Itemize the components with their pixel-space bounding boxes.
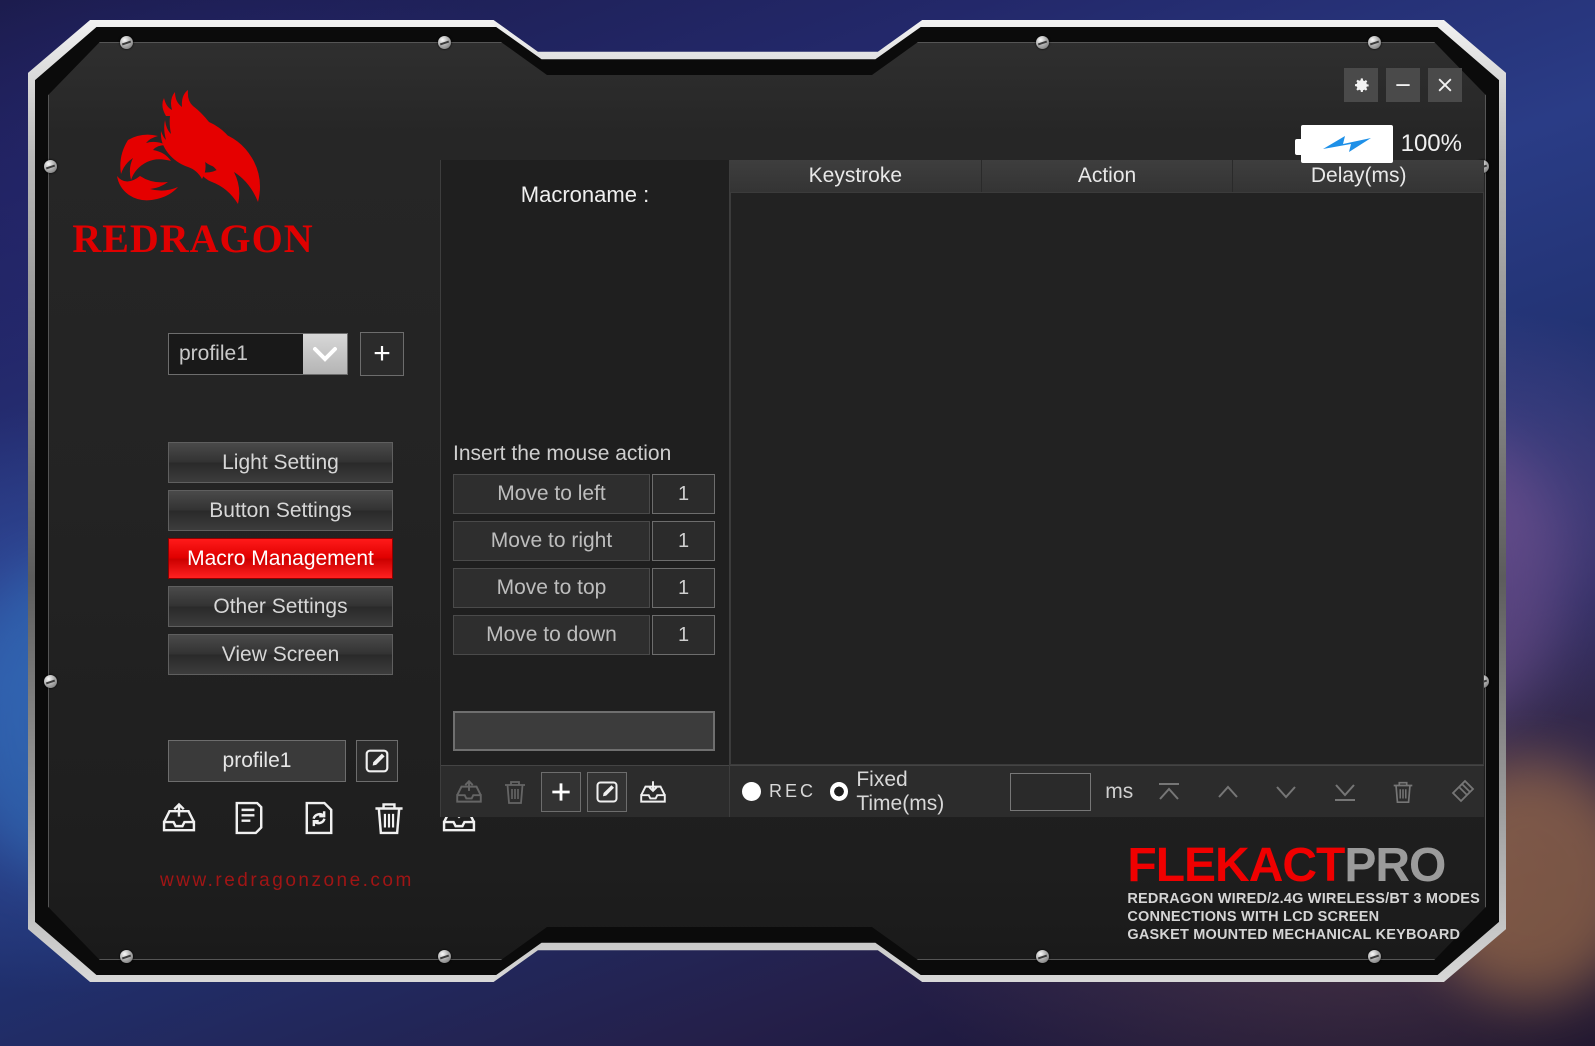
add-macro-icon[interactable] <box>541 771 581 812</box>
fixed-time-label: Fixed Time(ms) <box>856 767 945 815</box>
minimize-button[interactable] <box>1386 68 1420 102</box>
product-title-red: FLEKACT <box>1127 838 1345 892</box>
delete-macro-icon <box>495 772 535 812</box>
profile-select[interactable]: profile1 <box>168 333 348 375</box>
application-window: 100% REDRAGON profile1 + Light Setting B… <box>28 20 1506 982</box>
rename-profile-button[interactable] <box>356 740 398 782</box>
add-profile-button[interactable]: + <box>360 332 404 376</box>
sidebar-nav: Light Setting Button Settings Macro Mana… <box>168 442 393 682</box>
profile-name-row: profile1 <box>168 740 398 782</box>
rec-label: REC <box>769 781 817 801</box>
mouse-action-list: Move to left 1 Move to right 1 Move to t… <box>453 474 715 662</box>
window-controls <box>1344 68 1462 102</box>
macro-editor-panel: Macroname : Insert the mouse action Move… <box>440 160 730 817</box>
macroname-label: Macroname : <box>520 182 650 207</box>
profile-name-field[interactable]: profile1 <box>168 740 346 782</box>
sidebar-item-button-settings[interactable]: Button Settings <box>168 490 393 531</box>
trash-icon[interactable] <box>370 799 408 842</box>
clear-all-icon[interactable] <box>1440 772 1484 812</box>
sidebar-item-light-setting[interactable]: Light Setting <box>168 442 393 483</box>
delete-row-icon[interactable] <box>1381 772 1425 812</box>
export-macro-icon <box>449 772 489 812</box>
list-item: Move to top 1 <box>453 568 715 608</box>
column-header-keystroke: Keystroke <box>730 160 982 192</box>
profile-select-chevron[interactable] <box>303 334 347 374</box>
product-line-3: GASKET MOUNTED MECHANICAL KEYBOARD <box>1127 926 1461 943</box>
move-down-icon[interactable] <box>1264 772 1308 812</box>
rec-radio-option[interactable]: REC <box>742 781 816 802</box>
product-line-1: REDRAGON WIRED/2.4G WIRELESS/BT 3 MODES <box>1127 890 1480 907</box>
edit-macro-icon[interactable] <box>587 771 627 812</box>
frame-screw <box>438 950 451 963</box>
file-refresh-icon[interactable] <box>300 799 338 842</box>
chevron-down-icon <box>313 347 337 362</box>
insert-mouse-action-label: Insert the mouse action <box>453 442 672 465</box>
column-header-delay: Delay(ms) <box>1310 164 1407 187</box>
sidebar-item-other-settings[interactable]: Other Settings <box>168 586 393 627</box>
move-to-right-button[interactable]: Move to right <box>453 521 650 561</box>
website-url: www.redragonzone.com <box>160 870 414 891</box>
move-to-bottom-icon[interactable] <box>1323 772 1367 812</box>
battery-status: 100% <box>1294 125 1462 163</box>
fixed-time-radio-option[interactable]: Fixed Time(ms) <box>830 768 996 816</box>
export-tray-icon[interactable] <box>160 799 198 842</box>
product-branding: FLEKACTPRO REDRAGON WIRED/2.4G WIRELESS/… <box>1127 838 1480 944</box>
move-to-down-value[interactable]: 1 <box>652 615 715 655</box>
settings-button[interactable] <box>1344 68 1378 102</box>
fixed-time-input[interactable] <box>1009 772 1092 811</box>
battery-icon <box>1294 125 1393 163</box>
minimize-icon <box>1396 84 1410 86</box>
product-line-2: CONNECTIONS WITH LCD SCREEN <box>1127 908 1380 925</box>
record-toolbar: REC Fixed Time(ms) ms <box>730 765 1484 817</box>
move-to-left-button[interactable]: Move to left <box>453 474 650 514</box>
brand-logo: REDRAGON <box>68 88 318 268</box>
move-to-top-value[interactable]: 1 <box>652 568 715 608</box>
move-up-icon[interactable] <box>1206 772 1250 812</box>
macro-toolbar <box>441 765 729 817</box>
frame-screw <box>1368 36 1381 49</box>
close-button[interactable] <box>1428 68 1462 102</box>
ms-unit-label: ms <box>1105 779 1134 803</box>
move-to-right-value[interactable]: 1 <box>652 521 715 561</box>
profile-select-value: profile1 <box>169 334 303 374</box>
macro-name-input[interactable] <box>453 711 715 751</box>
frame-screw <box>1036 950 1049 963</box>
close-icon <box>1438 78 1452 92</box>
move-to-top-icon[interactable] <box>1147 772 1191 812</box>
frame-screw <box>1368 950 1381 963</box>
move-to-down-button[interactable]: Move to down <box>453 615 650 655</box>
import-macro-icon[interactable] <box>633 772 673 812</box>
table-body[interactable] <box>730 192 1484 765</box>
logo-wordmark: REDRAGON <box>72 216 314 261</box>
redragon-dragon-icon <box>117 90 260 204</box>
profile-selector-row: profile1 + <box>168 332 404 376</box>
list-item: Move to down 1 <box>453 615 715 655</box>
sidebar-item-macro-management[interactable]: Macro Management <box>168 538 393 579</box>
edit-pencil-icon <box>365 749 389 773</box>
move-to-top-button[interactable]: Move to top <box>453 568 650 608</box>
table-header: Keystroke Action Delay(ms) <box>730 160 1484 192</box>
frame-screw <box>438 36 451 49</box>
move-to-left-value[interactable]: 1 <box>652 474 715 514</box>
charging-bolt-icon <box>1322 136 1371 152</box>
frame-screw <box>1036 36 1049 49</box>
column-header-action: Action <box>982 160 1234 192</box>
sidebar-item-view-screen[interactable]: View Screen <box>168 634 393 675</box>
battery-percent: 100% <box>1400 130 1462 157</box>
macro-table-panel: Keystroke Action Delay(ms) REC Fixed Tim… <box>730 160 1484 817</box>
sidebar: REDRAGON profile1 + Light Setting Button… <box>50 42 476 960</box>
product-title-gray: PRO <box>1344 838 1446 892</box>
list-item: Move to right 1 <box>453 521 715 561</box>
gear-icon <box>1354 77 1369 92</box>
list-item: Move to left 1 <box>453 474 715 514</box>
sidebar-bottom-toolbar <box>160 799 478 842</box>
fixed-time-radio-icon <box>830 782 849 801</box>
rec-radio-icon <box>742 782 761 801</box>
document-list-icon[interactable] <box>230 799 268 842</box>
product-title: FLEKACTPRO <box>1127 838 1480 892</box>
